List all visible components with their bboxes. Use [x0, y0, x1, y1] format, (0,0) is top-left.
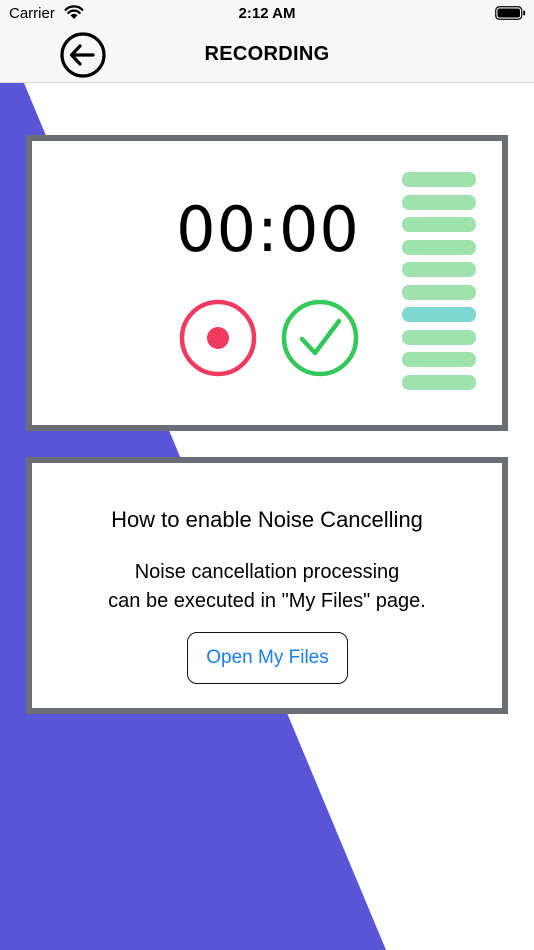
info-description: Noise cancellation processing can be exe… [32, 558, 502, 616]
level-meter-segment [402, 172, 476, 187]
level-meter-segment [402, 352, 476, 367]
info-description-line: Noise cancellation processing [134, 561, 400, 583]
level-meter-segment [402, 194, 476, 210]
audio-level-meter [402, 172, 476, 397]
level-meter-segment [402, 374, 476, 390]
level-meter-segment [402, 239, 476, 255]
navigation-bar: RECORDING [0, 26, 534, 83]
level-meter-segment [402, 217, 476, 232]
clock: 2:12 AM [238, 5, 296, 22]
info-description-line: can be executed in "My Files" page. [108, 590, 426, 612]
finish-recording-button[interactable] [278, 296, 362, 380]
level-meter-segment [402, 329, 476, 345]
recording-timer: 00:00 [176, 193, 360, 266]
info-title: How to enable Noise Cancelling [111, 507, 423, 532]
level-meter-segment [402, 284, 476, 300]
checkmark-circle-icon [281, 299, 359, 377]
page-title: RECORDING [204, 43, 330, 65]
record-button[interactable] [176, 296, 260, 380]
record-icon [179, 299, 257, 377]
battery-icon [495, 6, 526, 20]
level-meter-segment [402, 262, 476, 277]
level-meter-segment-active [402, 307, 476, 322]
recorder-card: 00:00 [26, 135, 508, 431]
noise-cancelling-info-card: How to enable Noise Cancelling Noise can… [26, 457, 508, 714]
status-bar: Carrier 2:12 AM [0, 0, 534, 26]
open-my-files-button[interactable]: Open My Files [187, 632, 348, 684]
